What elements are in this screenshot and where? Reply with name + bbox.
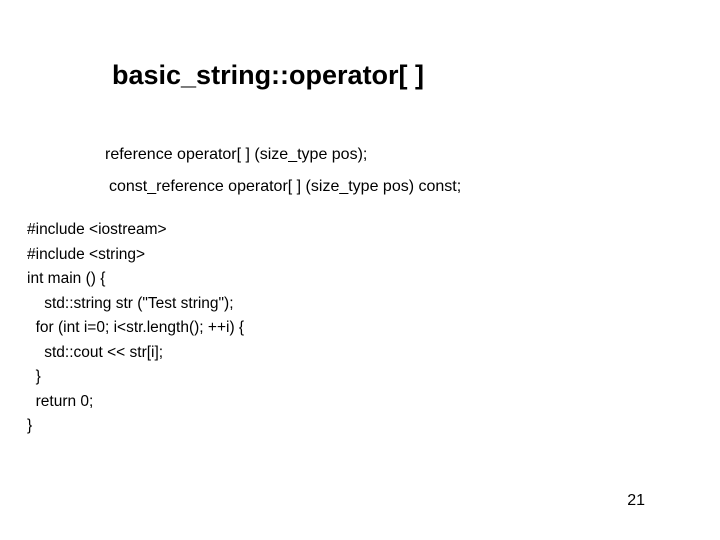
code-block: #include <iostream> #include <string> in… <box>27 221 244 442</box>
code-line: std::string str ("Test string"); <box>27 295 244 313</box>
signature-block: reference operator[ ] (size_type pos); c… <box>105 140 461 202</box>
code-line: #include <iostream> <box>27 221 244 239</box>
code-line: #include <string> <box>27 246 244 264</box>
page-number: 21 <box>627 492 645 510</box>
code-line: std::cout << str[i]; <box>27 344 244 362</box>
code-line: return 0; <box>27 393 244 411</box>
code-line: } <box>27 417 244 435</box>
code-line: } <box>27 368 244 386</box>
slide-title: basic_string::operator[ ] <box>112 60 424 91</box>
signature-line-1: reference operator[ ] (size_type pos); <box>105 140 461 170</box>
slide: basic_string::operator[ ] reference oper… <box>0 0 720 540</box>
code-line: for (int i=0; i<str.length(); ++i) { <box>27 319 244 337</box>
signature-line-2: const_reference operator[ ] (size_type p… <box>109 172 461 202</box>
code-line: int main () { <box>27 270 244 288</box>
